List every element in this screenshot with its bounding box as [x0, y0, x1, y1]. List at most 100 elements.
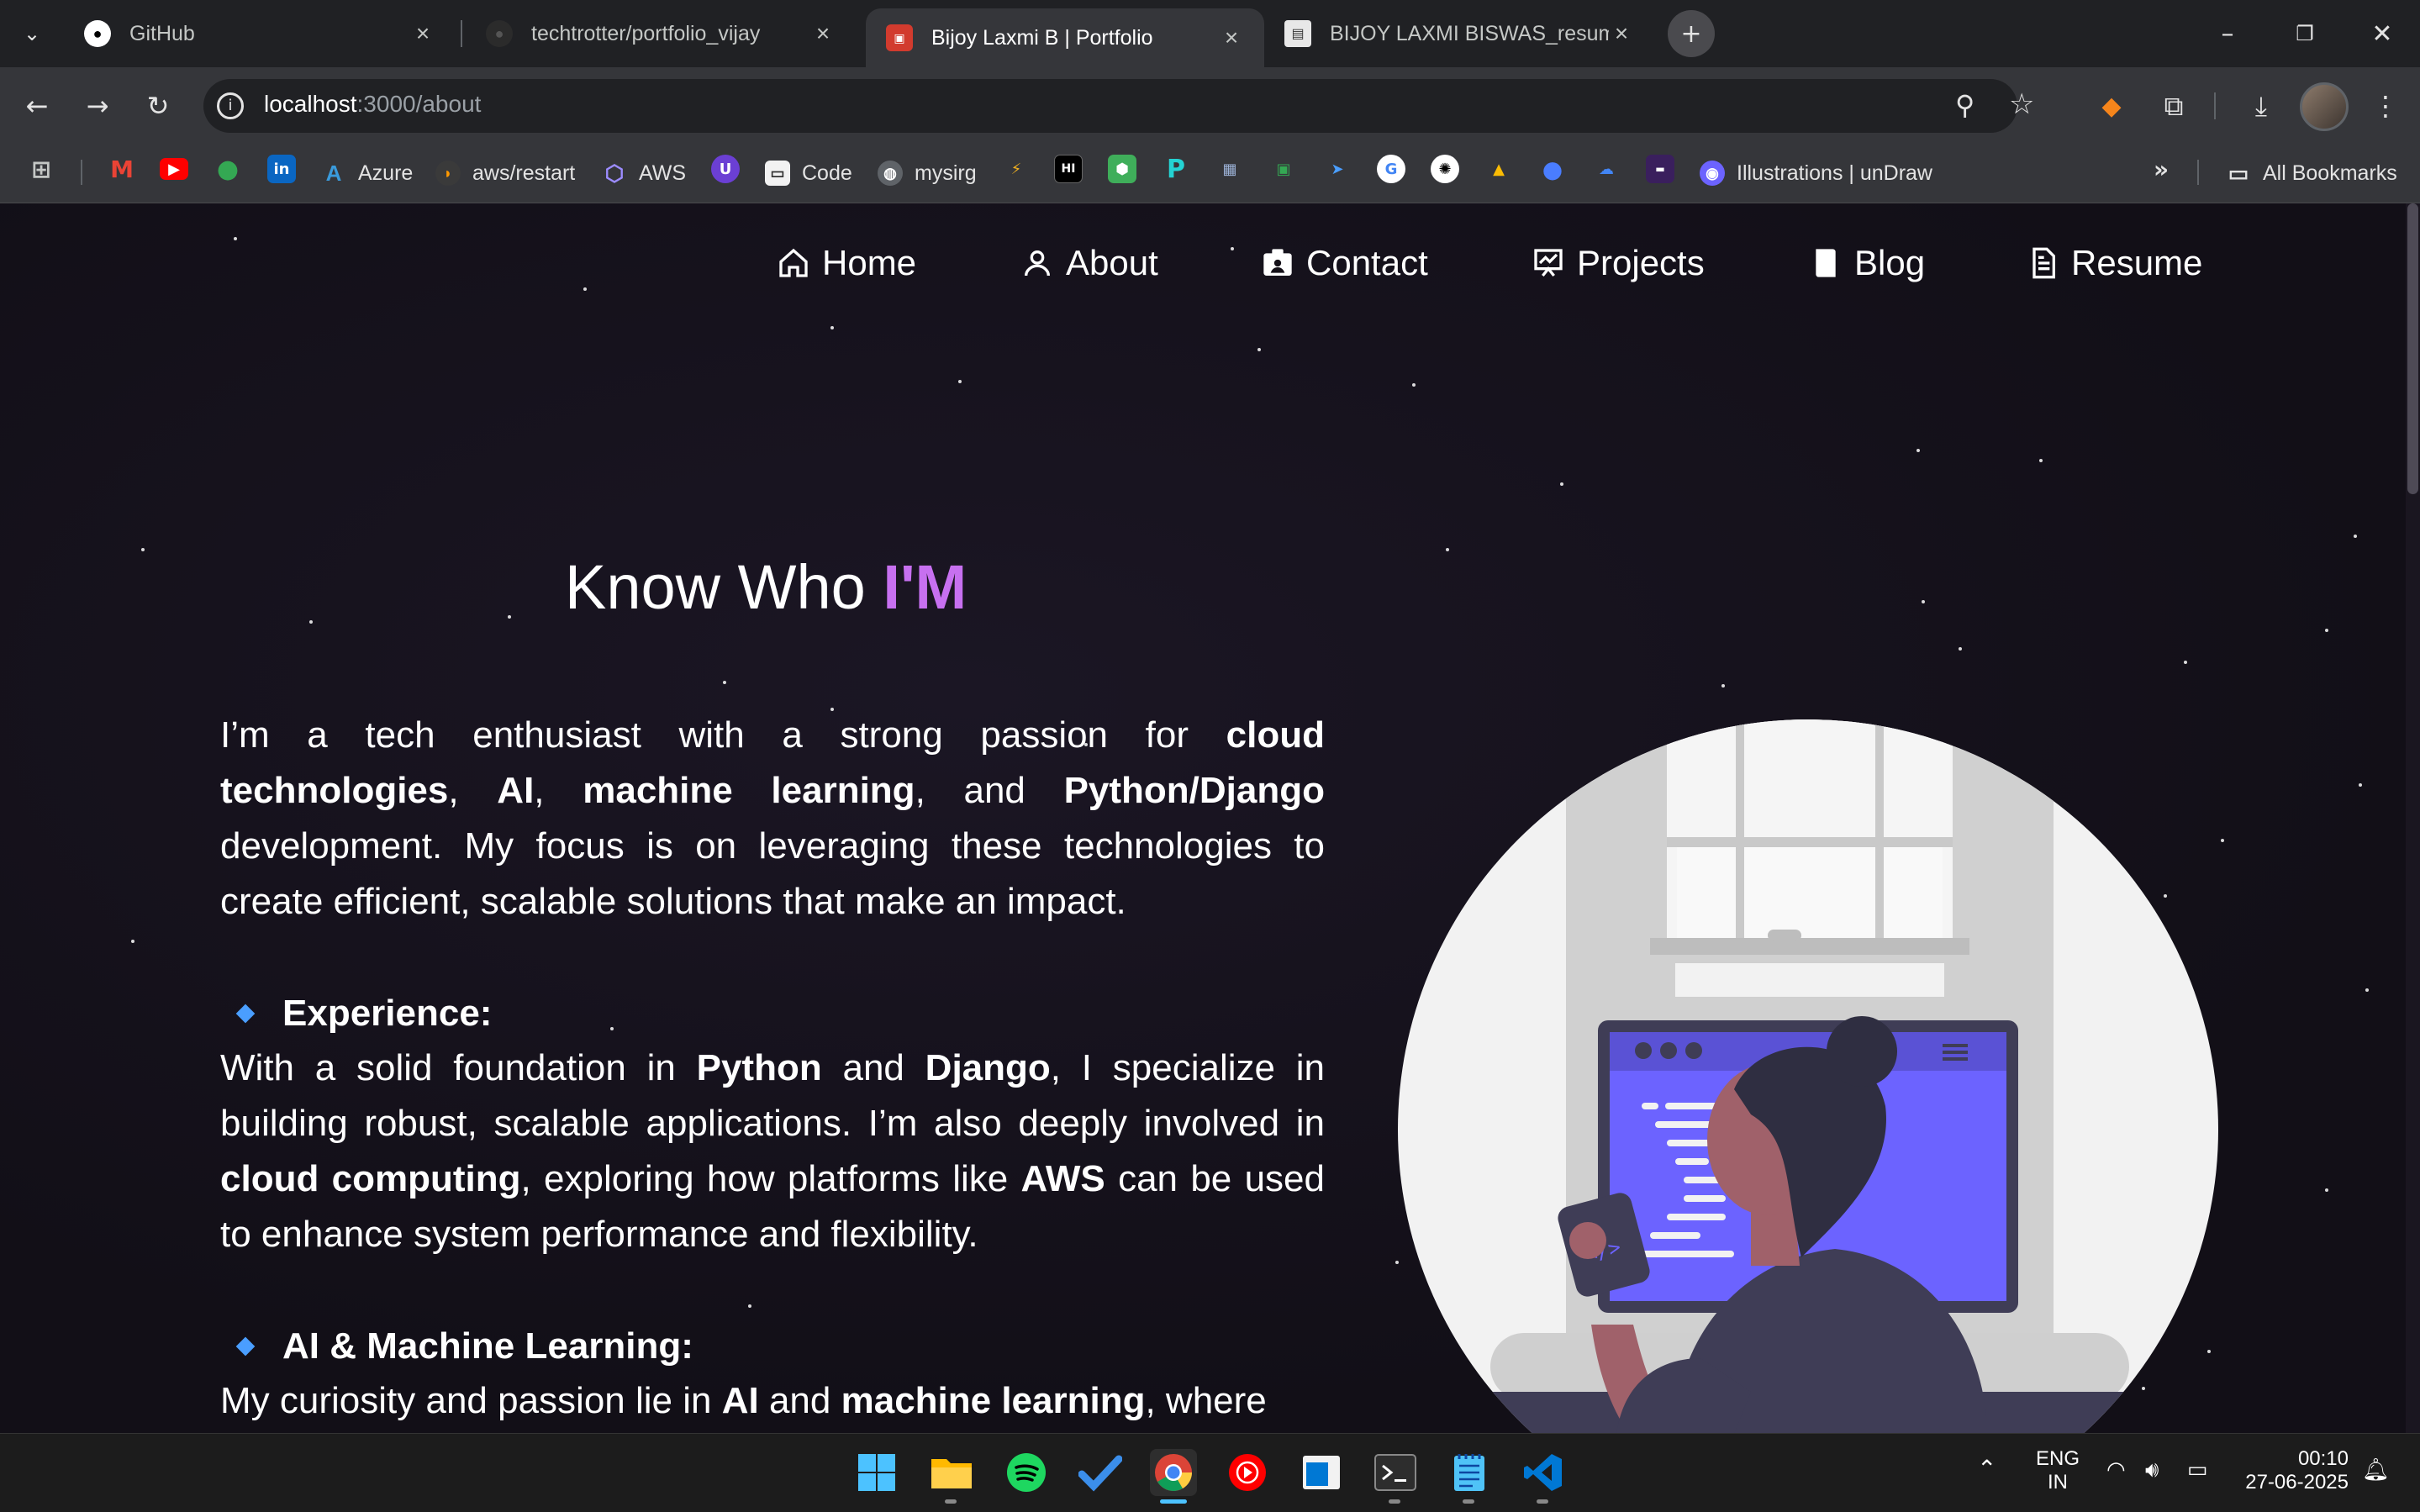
bookmark-icon-6[interactable]: ▣ — [1269, 155, 1298, 183]
more-bookmarks-icon[interactable]: » — [2147, 155, 2175, 183]
chevron-up-icon: ⌃ — [1977, 1456, 1997, 1482]
page-title: Know Who I'M — [565, 552, 967, 622]
nav-blog[interactable]: Blog — [1809, 235, 1925, 291]
reload-button[interactable]: ↻ — [138, 86, 178, 126]
browser-tab-strip: ⌄ ● GitHub × ● techtrotter/portfolio_vij… — [0, 0, 2420, 67]
google-icon[interactable]: G — [1377, 155, 1405, 183]
spotify-icon — [1007, 1453, 1046, 1492]
clock[interactable]: 00:10 27-06-2025 — [2239, 1447, 2349, 1494]
downloads-button[interactable]: ⤓ — [2241, 86, 2281, 126]
all-bookmarks-button[interactable]: ▭ All Bookmarks — [2226, 151, 2397, 195]
forward-button[interactable]: → — [77, 86, 118, 126]
tab-title: BIJOY LAXMI BISWAS_resume.d — [1330, 21, 1609, 45]
developer-illustration: </> — [1398, 719, 2218, 1433]
bookmark-aws[interactable]: ⬡ AWS — [602, 151, 686, 195]
azure-icon: A — [325, 160, 342, 186]
document-icon: ▤ — [1284, 20, 1311, 47]
tab-title: Bijoy Laxmi B | Portfolio — [931, 25, 1153, 50]
youtube-icon[interactable]: ▶ — [160, 158, 188, 180]
linkedin-icon[interactable]: in — [267, 155, 296, 183]
nav-contact[interactable]: Contact — [1261, 235, 1428, 291]
start-button[interactable] — [853, 1449, 900, 1496]
heading-accent: I'M — [883, 552, 967, 622]
bookmark-code[interactable]: ▭ Code — [765, 151, 852, 195]
bookmark-icon-5[interactable]: ▦ — [1215, 155, 1244, 183]
bookmark-icon-7[interactable]: ➤ — [1323, 155, 1352, 183]
tab-title: techtrotter/portfolio_vijay — [531, 21, 761, 45]
u-app-icon[interactable]: U — [711, 155, 740, 183]
notification-bell-icon[interactable]: 🔔︎ — [2362, 1457, 2390, 1481]
folder-icon — [931, 1459, 972, 1488]
tab-resume-doc[interactable]: ▤ BIJOY LAXMI BISWAS_resume.d × — [1264, 7, 1654, 61]
chat-icon[interactable]: ● — [1538, 155, 1567, 183]
youtube-music-button[interactable] — [1224, 1449, 1271, 1496]
bookmark-azure[interactable]: A Azure — [321, 151, 414, 195]
minimize-button[interactable]: – — [2194, 10, 2261, 57]
nav-home[interactable]: Home — [777, 235, 916, 291]
folder-icon: ▭ — [2228, 160, 2249, 186]
site-info-icon[interactable]: i — [217, 92, 244, 119]
address-bar[interactable]: i localhost:3000/about ⚲ ☆ — [203, 79, 2034, 133]
nav-about[interactable]: About — [1020, 235, 1158, 291]
star-icon[interactable]: ☆ — [2009, 87, 2034, 121]
nav-resume[interactable]: Resume — [2026, 235, 2202, 291]
github-icon: ● — [486, 20, 513, 47]
drive-icon[interactable]: ▲ — [1484, 155, 1513, 183]
tab-search-button[interactable]: ⌄ — [0, 10, 64, 57]
close-icon: ✕ — [2371, 18, 2393, 49]
tab-title: GitHub — [129, 21, 195, 45]
github-icon: ● — [84, 20, 111, 47]
tab-github[interactable]: ● GitHub × — [64, 7, 456, 61]
user-icon — [1025, 250, 1050, 277]
battery-icon[interactable]: ▭ — [2187, 1457, 2208, 1481]
vscode-button[interactable] — [1520, 1449, 1567, 1496]
tab-techtrotter-portfolio[interactable]: ● techtrotter/portfolio_vijay × — [466, 7, 856, 61]
bookmark-mysirg[interactable]: ◍ mysirg — [878, 151, 977, 195]
restore-button[interactable]: ❐ — [2271, 10, 2338, 57]
volume-icon[interactable]: 🔊︎ — [2145, 1457, 2159, 1481]
close-icon[interactable]: × — [810, 20, 836, 47]
minimize-icon: – — [2221, 18, 2234, 49]
wifi-icon[interactable]: ◠ — [2106, 1457, 2126, 1481]
file-explorer-button[interactable] — [928, 1449, 975, 1496]
close-icon[interactable]: × — [410, 20, 435, 47]
todo-button[interactable] — [1077, 1449, 1124, 1496]
spotify-button[interactable] — [1003, 1449, 1050, 1496]
notepad-button[interactable] — [1446, 1449, 1493, 1496]
bookmark-icon-1[interactable]: ⚡ — [1002, 155, 1031, 183]
bookmark-undraw[interactable]: ◉ Illustrations | unDraw — [1700, 151, 1932, 195]
close-icon[interactable]: × — [1609, 20, 1634, 47]
zoom-icon[interactable]: ⚲ — [1955, 89, 1974, 121]
bookmark-icon-3[interactable]: ⬢ — [1108, 155, 1136, 183]
nav-projects[interactable]: Projects — [1532, 235, 1705, 291]
extensions-button[interactable]: ⧉ — [2154, 86, 2194, 126]
page-scrollbar-thumb[interactable] — [2407, 203, 2418, 494]
app-button-blue[interactable] — [1298, 1449, 1345, 1496]
bookmark-icon-8[interactable]: ▬ — [1646, 155, 1674, 183]
cloud-icon[interactable]: ☁ — [1592, 155, 1621, 183]
new-tab-button[interactable]: + — [1668, 10, 1715, 57]
profile-avatar[interactable] — [2300, 82, 2349, 131]
bookmark-icon-4[interactable]: P — [1162, 155, 1190, 184]
apps-grid-icon[interactable]: ⊞ — [27, 155, 55, 183]
bookmark-aws-restart[interactable]: ◗ aws/restart — [435, 151, 575, 195]
close-icon[interactable]: × — [1219, 24, 1244, 51]
close-window-button[interactable]: ✕ — [2349, 10, 2416, 57]
terminal-button[interactable] — [1372, 1449, 1419, 1496]
maps-pin-icon[interactable]: ● — [214, 155, 242, 184]
download-icon: ⤓ — [2254, 89, 2268, 122]
gmail-icon[interactable]: M — [108, 155, 136, 183]
browser-menu-button[interactable]: ⋮ — [2365, 86, 2406, 126]
bookmark-icon-2[interactable]: HI — [1054, 155, 1083, 183]
ai-ml-heading: AI & Machine Learning: — [220, 1319, 693, 1374]
back-button[interactable]: ← — [17, 86, 57, 126]
bookmark-divider — [81, 160, 82, 185]
youtube-music-icon — [1229, 1454, 1266, 1491]
openai-icon[interactable]: ✺ — [1431, 155, 1459, 183]
language-indicator[interactable]: ENG IN — [2031, 1447, 2085, 1494]
show-hidden-icons-button[interactable]: ⌃ — [1977, 1457, 1996, 1481]
chrome-button[interactable] — [1150, 1449, 1197, 1496]
metamask-extension-button[interactable]: ◆ — [2091, 86, 2132, 126]
aws-restart-icon: ◗ — [435, 161, 461, 186]
tab-portfolio-active[interactable]: ▣ Bijoy Laxmi B | Portfolio × — [866, 8, 1264, 67]
